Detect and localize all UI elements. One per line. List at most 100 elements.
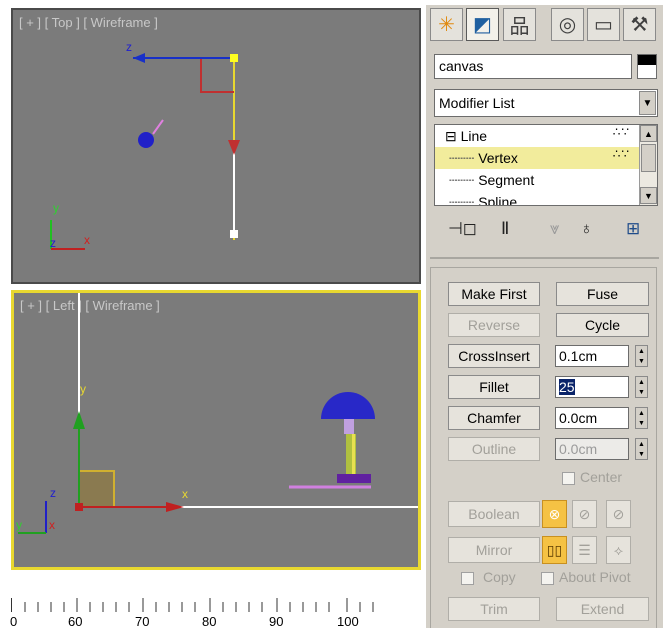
- fillet-spinner[interactable]: ▲ ▼: [635, 376, 648, 398]
- crossinsert-spinner[interactable]: ▲ ▼: [635, 345, 648, 367]
- reverse-button[interactable]: Reverse: [448, 313, 540, 337]
- cycle-button[interactable]: Cycle: [556, 313, 649, 337]
- lamp-base: [337, 474, 371, 483]
- left-viewport[interactable]: [ + ] [ Left ] [ Wireframe ] y x z y x: [11, 290, 421, 570]
- axis-x-label: x: [84, 233, 90, 247]
- display-tab-icon: ▭: [594, 14, 613, 36]
- stack-item-label: Spline: [478, 194, 518, 206]
- create-tab[interactable]: ✳: [430, 8, 463, 41]
- mirror-horizontal-icon[interactable]: ▯▯: [542, 536, 567, 564]
- motion-tab-icon: ◎: [558, 14, 577, 36]
- utilities-tab[interactable]: ⚒: [623, 8, 656, 41]
- ruler-label: 80: [202, 614, 217, 629]
- gizmo-x-arrow: [166, 502, 184, 512]
- crossinsert-button[interactable]: CrossInsert: [448, 344, 540, 368]
- top-viewport[interactable]: [ + ] [ Top ] [ Wireframe ] y z x z: [11, 8, 421, 284]
- gizmo-z-label: z: [126, 40, 132, 54]
- center-label: Center: [580, 469, 623, 485]
- vertex-handle: [230, 54, 238, 62]
- create-tab-icon: ✳: [438, 14, 455, 36]
- stack-toolbar: ⊣◻ Ⅱ ⩔ ♁ ⊞: [434, 217, 658, 245]
- ruler-label: 90: [269, 614, 284, 629]
- copy-checkbox[interactable]: [461, 572, 474, 585]
- gizmo-x-label: x: [182, 487, 188, 501]
- copy-label: Copy: [483, 569, 516, 585]
- gizmo-y-arrow: [73, 411, 85, 429]
- scroll-down-icon[interactable]: ▼: [640, 187, 657, 204]
- remove-modifier-icon[interactable]: ♁: [580, 219, 593, 239]
- trim-button[interactable]: Trim: [448, 597, 540, 621]
- vertex-handle: [75, 503, 83, 511]
- stack-item-label: Segment: [478, 172, 535, 188]
- modify-tab-icon: ◩: [473, 14, 492, 36]
- stack-item-label: Vertex: [478, 150, 518, 166]
- mirror-vertical-icon[interactable]: ☰: [572, 536, 597, 564]
- outline-spinner[interactable]: ▲ ▼: [635, 438, 648, 460]
- gizmo-arrow: [228, 140, 240, 155]
- boolean-intersect-icon[interactable]: ⊘: [606, 500, 631, 528]
- extend-button[interactable]: Extend: [556, 597, 649, 621]
- outline-button[interactable]: Outline: [448, 437, 540, 461]
- stack-item-line[interactable]: ⊟ Line ∴∵: [435, 125, 640, 147]
- axis-x-label: x: [49, 518, 55, 532]
- top-viewport-canvas: y z x z: [50, 40, 240, 250]
- mirror-both-icon[interactable]: ⟡: [606, 536, 631, 564]
- object-name-field[interactable]: canvas: [434, 54, 632, 79]
- motion-tab[interactable]: ◎: [551, 8, 584, 41]
- utilities-tab-icon: ⚒: [630, 14, 649, 36]
- stack-item-vertex[interactable]: ┄┄┄ Vertex ∴∵: [435, 147, 640, 169]
- command-panel: ✳ ◩ 品 ◎ ▭ ⚒ canvas Modifier List ▼ ⊟ Lin…: [426, 5, 663, 628]
- configure-modifier-sets-icon[interactable]: ⊞: [626, 219, 640, 239]
- chevron-down-icon[interactable]: ▼: [639, 91, 656, 115]
- stack-item-spline[interactable]: ┄┄┄ Spline: [435, 191, 640, 206]
- scroll-up-icon[interactable]: ▲: [640, 125, 657, 142]
- boolean-union-icon[interactable]: ⊗: [542, 500, 567, 528]
- show-end-result-icon[interactable]: Ⅱ: [501, 219, 509, 239]
- time-slider-ruler[interactable]: 0 60 70 80 90 100: [10, 598, 421, 629]
- stack-item-label: Line: [460, 128, 488, 144]
- chamfer-spinner[interactable]: ▲ ▼: [635, 407, 648, 429]
- modifier-list-dropdown[interactable]: Modifier List ▼: [434, 89, 658, 117]
- axis-z-label: z: [50, 236, 56, 250]
- object-edge: [152, 119, 164, 135]
- fillet-value-field[interactable]: 25: [555, 376, 629, 398]
- object-color-swatch[interactable]: [637, 54, 657, 79]
- lamp-shade: [321, 392, 375, 419]
- boolean-button[interactable]: Boolean: [448, 501, 540, 527]
- make-unique-icon[interactable]: ⩔: [550, 219, 560, 239]
- vertex-dots-icon: ∴∵: [612, 125, 630, 139]
- modifier-stack[interactable]: ⊟ Line ∴∵ ┄┄┄ Vertex ∴∵ ┄┄┄ Segment ┄┄┄ …: [434, 124, 658, 206]
- outline-value-field[interactable]: 0.0cm: [555, 438, 629, 460]
- ruler-label: 70: [135, 614, 150, 629]
- center-checkbox[interactable]: [562, 472, 575, 485]
- chamfer-value-field[interactable]: 0.0cm: [555, 407, 629, 429]
- geometry-rollout: Make First Fuse Reverse Cycle CrossInser…: [430, 267, 657, 628]
- gizmo-y-label: y: [80, 382, 86, 396]
- boolean-subtract-icon[interactable]: ⊘: [572, 500, 597, 528]
- axis-y-label: y: [53, 201, 59, 215]
- chamfer-button[interactable]: Chamfer: [448, 406, 540, 430]
- pin-stack-icon[interactable]: ⊣◻: [448, 219, 477, 239]
- fuse-button[interactable]: Fuse: [556, 282, 649, 306]
- mirror-button[interactable]: Mirror: [448, 537, 540, 563]
- fillet-button[interactable]: Fillet: [448, 375, 540, 399]
- axis-y-label: y: [16, 518, 22, 532]
- stack-item-segment[interactable]: ┄┄┄ Segment: [435, 169, 640, 191]
- hierarchy-tab-icon: 品: [509, 16, 530, 38]
- stack-scrollbar[interactable]: ▲ ▼: [639, 125, 657, 205]
- scroll-thumb[interactable]: [641, 144, 656, 172]
- left-viewport-canvas: y x z y x: [16, 293, 418, 534]
- gizmo-z-arrow: [133, 53, 145, 63]
- crossinsert-value-field[interactable]: 0.1cm: [555, 345, 629, 367]
- modify-tab[interactable]: ◩: [466, 8, 499, 41]
- make-first-button[interactable]: Make First: [448, 282, 540, 306]
- hierarchy-tab[interactable]: 品: [503, 8, 536, 41]
- about-pivot-label: About Pivot: [559, 569, 631, 585]
- fillet-value-text: 25: [559, 379, 575, 395]
- display-tab[interactable]: ▭: [587, 8, 620, 41]
- modifier-list-label: Modifier List: [439, 95, 515, 111]
- vertex-dots-icon: ∴∵: [612, 147, 630, 161]
- gizmo-plane: [78, 470, 115, 508]
- about-pivot-checkbox[interactable]: [541, 572, 554, 585]
- gizmo-x-axis: [200, 58, 234, 93]
